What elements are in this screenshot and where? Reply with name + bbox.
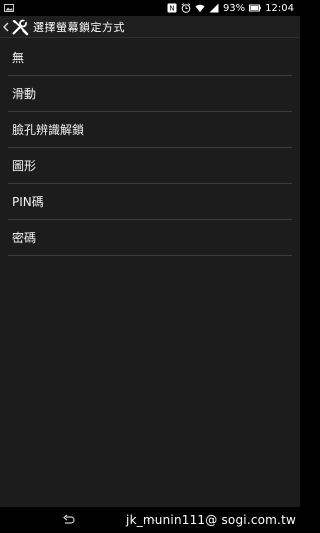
- nfc-icon: N: [167, 3, 177, 13]
- list-item-label: 圖形: [12, 159, 37, 173]
- list-item-label: PIN碼: [12, 195, 44, 209]
- page-title: 選擇螢幕鎖定方式: [33, 20, 125, 34]
- lock-option-face-unlock[interactable]: 臉孔辨識解鎖: [8, 112, 292, 148]
- chevron-left-icon: [3, 22, 9, 31]
- image-icon: [4, 4, 14, 12]
- back-icon[interactable]: [61, 514, 75, 526]
- list-item-label: 滑動: [12, 87, 37, 101]
- action-bar: 選擇螢幕鎖定方式: [0, 16, 300, 38]
- lock-option-swipe[interactable]: 滑動: [8, 76, 292, 112]
- list-item-label: 無: [12, 51, 25, 65]
- up-navigation-button[interactable]: [2, 16, 10, 38]
- lock-option-password[interactable]: 密碼: [8, 220, 292, 256]
- status-bar-right: N 93% 12:04: [167, 3, 300, 14]
- lock-option-pin[interactable]: PIN碼: [8, 184, 292, 220]
- list-item-label: 臉孔辨識解鎖: [12, 123, 85, 137]
- watermark: jk_munin111@ sogi.com.tw: [126, 513, 296, 527]
- battery-icon: [249, 4, 261, 12]
- list-item-label: 密碼: [12, 231, 37, 245]
- svg-text:N: N: [169, 5, 174, 13]
- navigation-bar: jk_munin111@ sogi.com.tw: [0, 507, 300, 533]
- tools-icon[interactable]: [11, 18, 29, 36]
- battery-percent: 93%: [222, 2, 246, 14]
- status-bar: N 93% 12:04: [0, 0, 300, 16]
- lock-option-pattern[interactable]: 圖形: [8, 148, 292, 184]
- lock-option-none[interactable]: 無: [8, 40, 292, 76]
- screen: N 93% 12:04 選擇螢幕鎖定方式 無 滑動 臉孔辨識解鎖 圖形 PIN碼…: [0, 0, 300, 533]
- status-bar-left: [0, 3, 167, 13]
- signal-icon: [209, 3, 219, 13]
- wifi-icon: [195, 4, 205, 12]
- clock: 12:04: [265, 2, 294, 14]
- alarm-icon: [181, 3, 191, 13]
- lock-method-list: 無 滑動 臉孔辨識解鎖 圖形 PIN碼 密碼: [0, 40, 300, 256]
